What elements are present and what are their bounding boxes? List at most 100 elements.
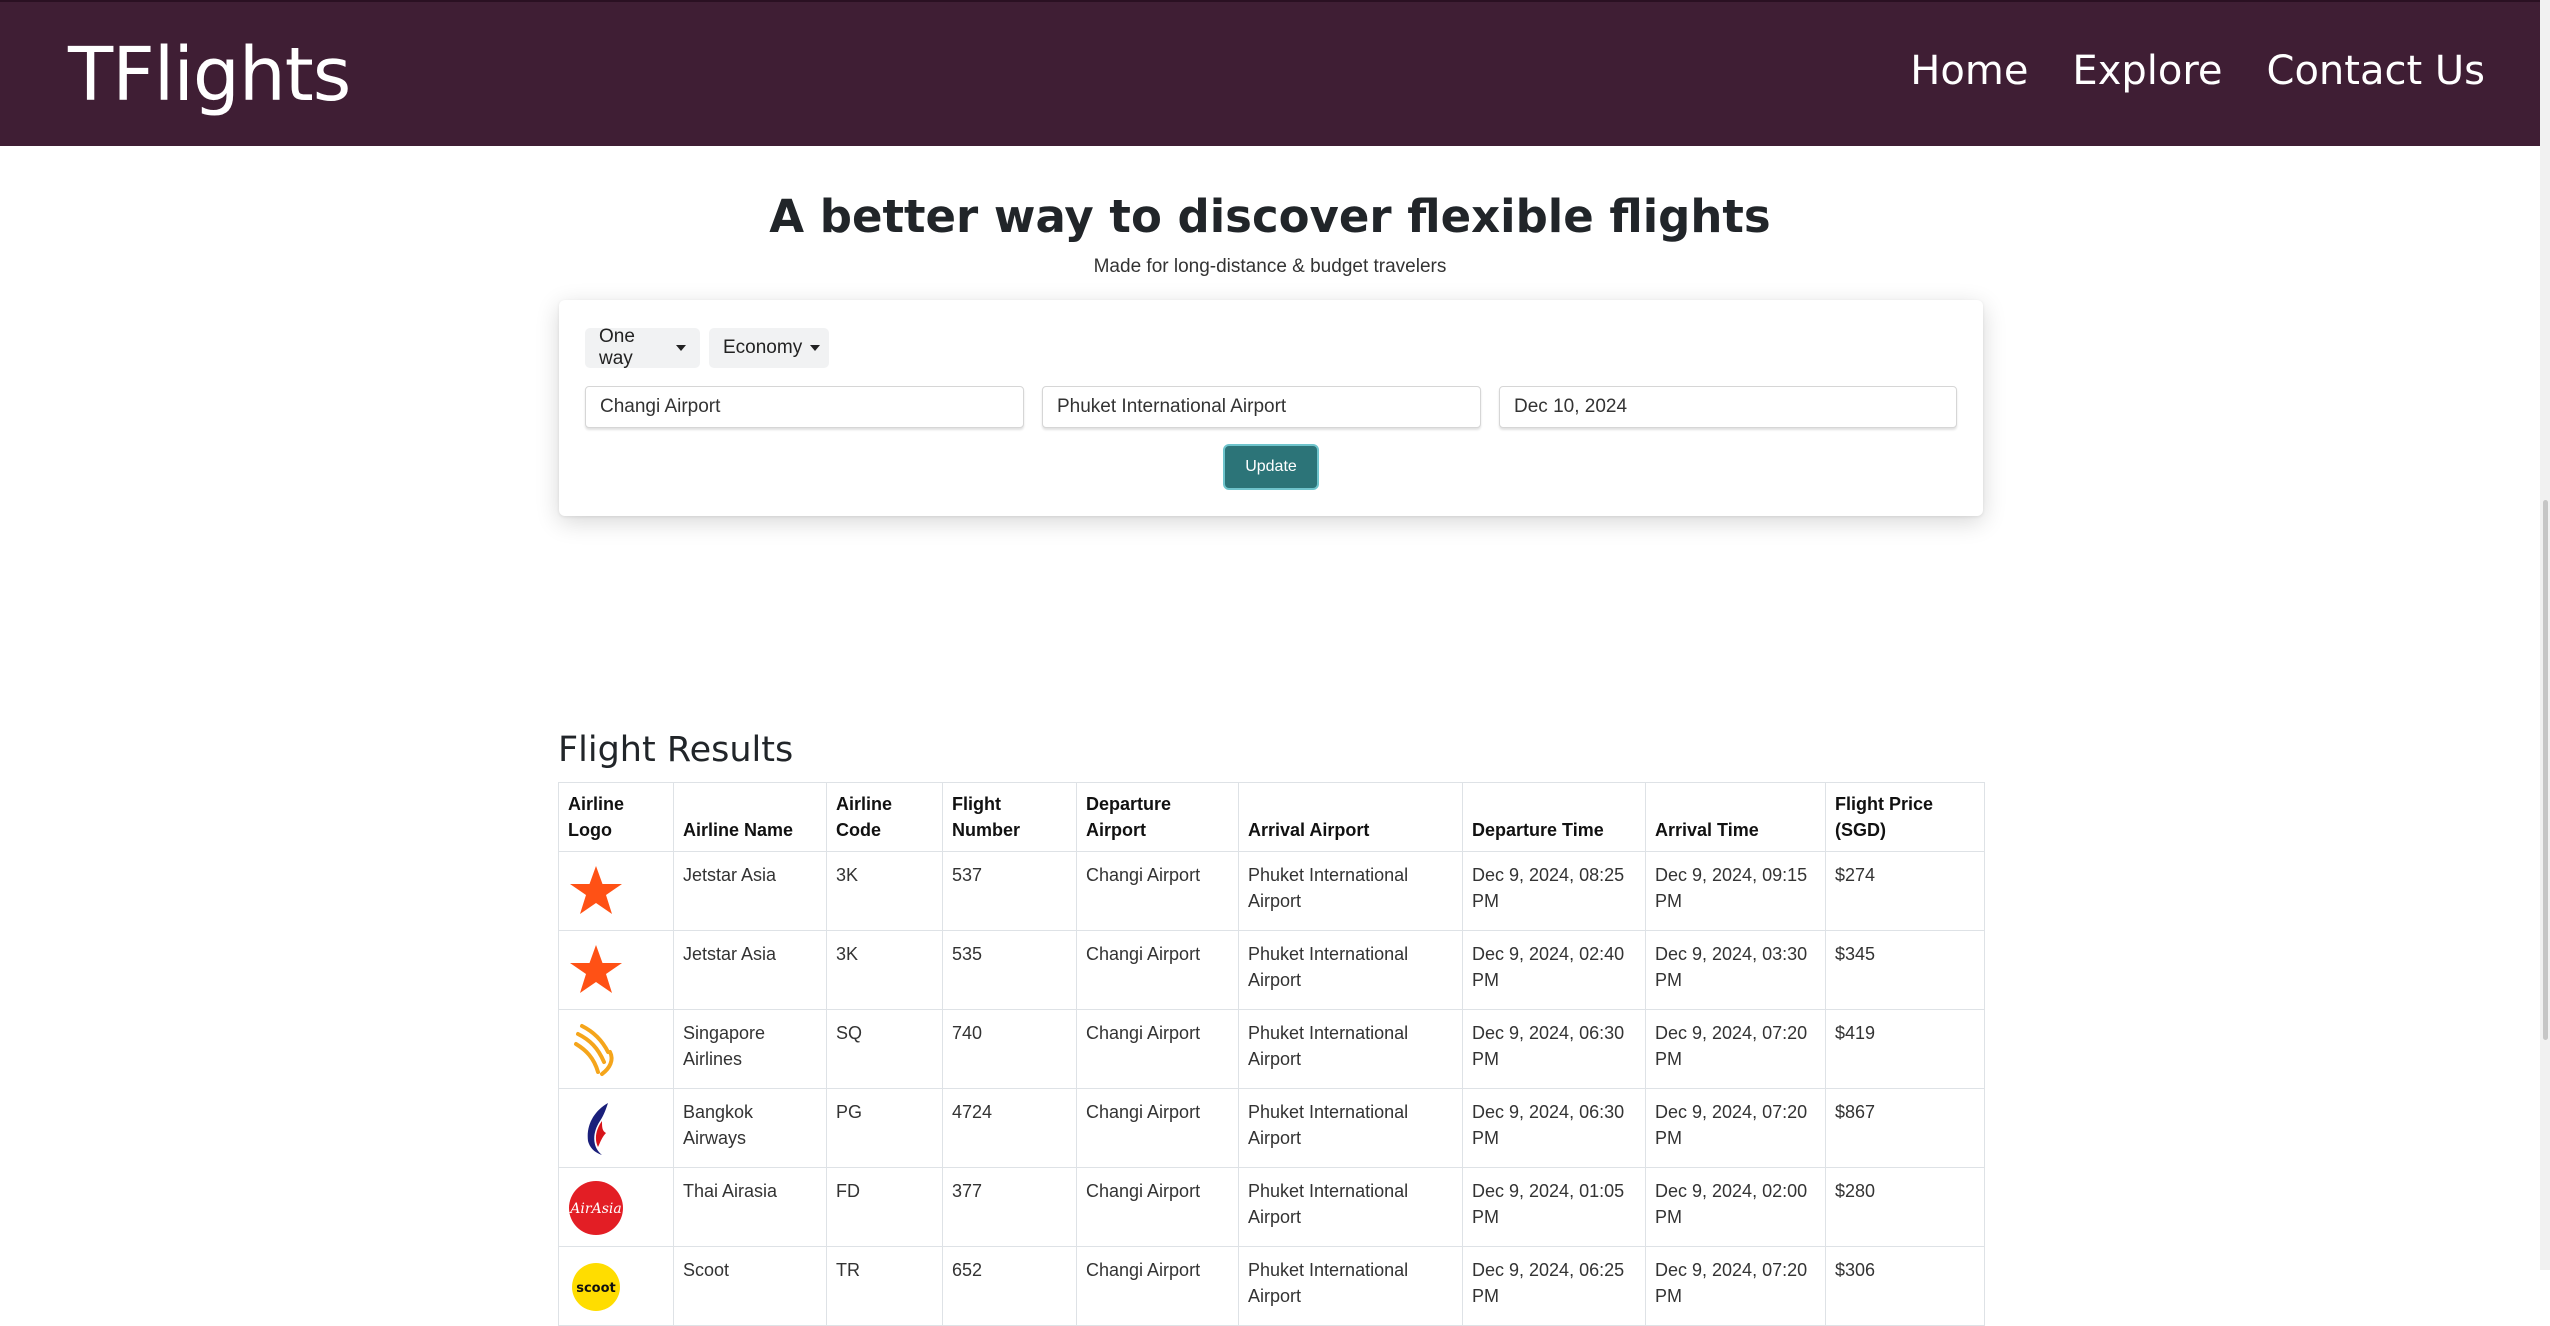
departure-time: Dec 9, 2024, 08:25 PM [1462,851,1646,931]
airline-logo-cell [558,1009,674,1089]
flight-number: 535 [942,930,1077,1010]
jetstar-star-icon [570,945,622,993]
departure-airport: Changi Airport [1076,1088,1239,1168]
scoot-logo-text: scoot [576,1281,616,1296]
flight-price: $306 [1825,1246,1985,1326]
date-field[interactable]: Dec 10, 2024 [1499,386,1957,428]
arrival-time: Dec 9, 2024, 07:20 PM [1645,1246,1826,1326]
table-row[interactable]: Jetstar Asia 3K 537 Changi Airport Phuke… [558,851,1985,931]
airline-logo-cell [558,851,674,931]
scrollbar-thumb[interactable] [2543,500,2548,1040]
nav-contact-link[interactable]: Contact Us [2267,48,2485,94]
airline-name: Bangkok Airways [673,1088,827,1168]
jetstar-star-icon [570,866,622,914]
airline-name: Jetstar Asia [673,930,827,1010]
airline-logo-cell: AirAsia [558,1167,674,1247]
results-title: Flight Results [558,730,794,770]
airline-code: FD [826,1167,943,1247]
bangkok-flame-icon [587,1103,608,1155]
airline-code: SQ [826,1009,943,1089]
col-header-departure-time: Departure Time [1462,782,1646,852]
airline-code: TR [826,1246,943,1326]
col-header-flight-number: Flight Number [942,782,1077,852]
destination-field[interactable]: Phuket International Airport [1042,386,1481,428]
airline-logo-cell [558,930,674,1010]
departure-airport: Changi Airport [1076,1246,1239,1326]
nav-explore-link[interactable]: Explore [2072,48,2222,94]
departure-airport: Changi Airport [1076,851,1239,931]
departure-time: Dec 9, 2024, 02:40 PM [1462,930,1646,1010]
airline-name: Scoot [673,1246,827,1326]
table-header-row: Airline Logo Airline Name Airline Code F… [558,782,1985,852]
chevron-down-icon [810,345,821,351]
arrival-time: Dec 9, 2024, 02:00 PM [1645,1167,1826,1247]
origin-field[interactable]: Changi Airport [585,386,1024,428]
trip-type-label: One way [599,326,635,369]
singapore-bird-icon [574,1024,614,1076]
table-row[interactable]: scoot Scoot TR 652 Changi Airport Phuket… [558,1246,1985,1326]
airline-name: Thai Airasia [673,1167,827,1247]
airline-name: Jetstar Asia [673,851,827,931]
hero-subtitle: Made for long-distance & budget traveler… [1093,256,1447,277]
col-header-price: Flight Price (SGD) [1825,782,1985,852]
flight-price: $274 [1825,851,1985,931]
flight-price: $345 [1825,930,1985,1010]
chevron-down-icon [676,345,686,351]
arrival-airport: Phuket International Airport [1238,1088,1463,1168]
arrival-airport: Phuket International Airport [1238,851,1463,931]
arrival-airport: Phuket International Airport [1238,1167,1463,1247]
scoot-logo-icon: scoot [572,1263,620,1311]
search-card: One way Economy Changi Airport Phuket In… [559,300,1983,516]
arrival-time: Dec 9, 2024, 03:30 PM [1645,930,1826,1010]
flight-number: 537 [942,851,1077,931]
airline-name: Singapore Airlines [673,1009,827,1089]
cabin-class-label: Economy [723,337,803,358]
col-header-airline-code: Airline Code [826,782,943,852]
flight-number: 652 [942,1246,1077,1326]
arrival-airport: Phuket International Airport [1238,930,1463,1010]
update-button[interactable]: Update [1223,444,1319,490]
airline-code: 3K [826,930,943,1010]
arrival-airport: Phuket International Airport [1238,1246,1463,1326]
airline-code: 3K [826,851,943,931]
col-header-arrival-time: Arrival Time [1645,782,1826,852]
col-header-arrival-airport: Arrival Airport [1238,782,1463,852]
departure-time: Dec 9, 2024, 06:30 PM [1462,1009,1646,1089]
col-header-airline-logo: Airline Logo [558,782,674,852]
results-table: Airline Logo Airline Name Airline Code F… [558,782,1985,1326]
departure-time: Dec 9, 2024, 06:30 PM [1462,1088,1646,1168]
arrival-time: Dec 9, 2024, 09:15 PM [1645,851,1826,931]
hero-title: A better way to discover flexible flight… [769,190,1771,243]
departure-time: Dec 9, 2024, 06:25 PM [1462,1246,1646,1326]
flight-price: $867 [1825,1088,1985,1168]
col-header-airline-name: Airline Name [673,782,827,852]
table-row[interactable]: Jetstar Asia 3K 535 Changi Airport Phuke… [558,930,1985,1010]
cabin-class-dropdown[interactable]: Economy [709,328,829,368]
top-navbar: TFlights Home Explore Contact Us [0,0,2540,146]
flight-number: 740 [942,1009,1077,1089]
airline-logo-cell [558,1088,674,1168]
arrival-airport: Phuket International Airport [1238,1009,1463,1089]
flight-price: $419 [1825,1009,1985,1089]
table-row[interactable]: Bangkok Airways PG 4724 Changi Airport P… [558,1088,1985,1168]
departure-airport: Changi Airport [1076,1009,1239,1089]
table-row[interactable]: AirAsia Thai Airasia FD 377 Changi Airpo… [558,1167,1985,1247]
nav-links: Home Explore Contact Us [1910,48,2485,94]
departure-airport: Changi Airport [1076,930,1239,1010]
nav-home-link[interactable]: Home [1910,48,2028,94]
departure-airport: Changi Airport [1076,1167,1239,1247]
flight-price: $280 [1825,1167,1985,1247]
airline-logo-cell: scoot [558,1246,674,1326]
brand-logo[interactable]: TFlights [68,32,351,118]
airline-code: PG [826,1088,943,1168]
airasia-logo-icon: AirAsia [568,1181,623,1235]
arrival-time: Dec 9, 2024, 07:20 PM [1645,1009,1826,1089]
flight-number: 377 [942,1167,1077,1247]
departure-time: Dec 9, 2024, 01:05 PM [1462,1167,1646,1247]
col-header-departure-airport: Departure Airport [1076,782,1239,852]
trip-type-dropdown[interactable]: One way [585,326,700,369]
arrival-time: Dec 9, 2024, 07:20 PM [1645,1088,1826,1168]
flight-number: 4724 [942,1088,1077,1168]
airasia-logo-text: AirAsia [568,1201,621,1217]
table-row[interactable]: Singapore Airlines SQ 740 Changi Airport… [558,1009,1985,1089]
